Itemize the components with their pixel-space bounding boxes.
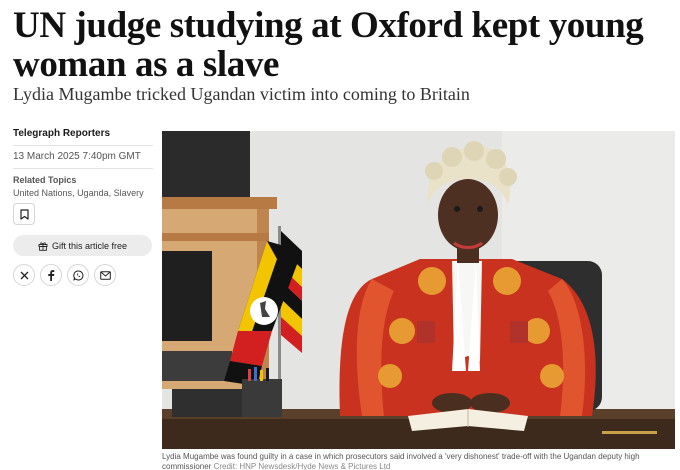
bookmark-button[interactable]	[13, 203, 35, 225]
article-sidebar: Telegraph Reporters 13 March 2025 7:40pm…	[13, 128, 153, 286]
bookmark-icon	[19, 208, 29, 220]
gift-icon	[38, 241, 48, 251]
facebook-icon	[48, 269, 55, 281]
byline[interactable]: Telegraph Reporters	[13, 128, 153, 146]
share-whatsapp-button[interactable]	[67, 264, 89, 286]
email-icon	[99, 270, 111, 280]
share-buttons	[13, 264, 116, 286]
caption-credit: Credit: HNP Newsdesk/Hyde News & Picture…	[213, 462, 391, 470]
share-facebook-button[interactable]	[40, 264, 62, 286]
gift-article-button[interactable]: Gift this article free	[13, 235, 152, 256]
article-headline: UN judge studying at Oxford kept young w…	[13, 5, 644, 85]
related-topics-list: United Nations, Uganda, Slavery	[13, 188, 144, 198]
related-topics-heading: Related Topics	[13, 175, 77, 185]
gift-article-label: Gift this article free	[51, 240, 128, 251]
judge-robe	[339, 259, 596, 416]
x-logo-icon	[20, 271, 28, 279]
publish-date: 13 March 2025 7:40pm GMT	[13, 146, 153, 169]
image-caption: Lydia Mugambe was found guilty in a case…	[162, 452, 675, 470]
topic-link-uganda[interactable]: Uganda	[77, 188, 109, 198]
share-email-button[interactable]	[94, 264, 116, 286]
share-x-button[interactable]	[13, 264, 35, 286]
article-standfirst: Lydia Mugambe tricked Ugandan victim int…	[13, 84, 470, 104]
judge-portrait-illustration	[162, 131, 675, 449]
article-lead-image	[162, 131, 675, 449]
whatsapp-icon	[72, 270, 83, 281]
topic-link-united-nations[interactable]: United Nations	[13, 188, 72, 198]
topic-link-slavery[interactable]: Slavery	[114, 188, 144, 198]
